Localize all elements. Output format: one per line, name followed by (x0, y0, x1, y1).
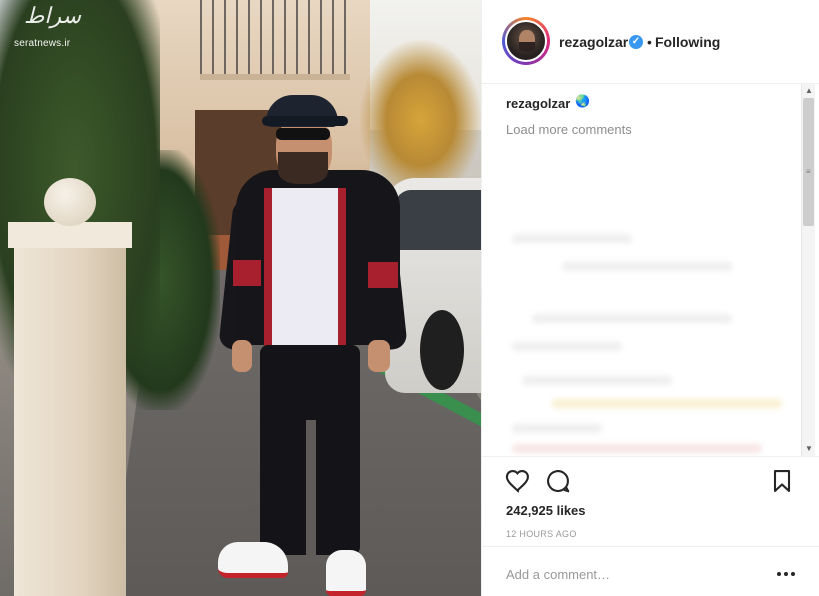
blurred-comment-line (522, 376, 672, 385)
person-jacket-trim-left (264, 188, 272, 348)
person-left-sneaker (218, 542, 288, 578)
scrollbar-grip-icon: ≡ (806, 167, 811, 176)
person-jacket-trim-right (338, 188, 346, 348)
person-leg-gap (306, 420, 316, 555)
post-actions: 242,925 likes 12 HOURS AGO (482, 456, 819, 546)
avatar[interactable] (505, 20, 547, 62)
scrollbar-thumb[interactable]: ≡ (803, 98, 814, 226)
comment-bubble-icon[interactable] (544, 467, 572, 495)
person-left-hand (232, 340, 252, 372)
post-sidebar: rezagolzar ✓ • Following rezagolzar 🌏 Lo… (481, 0, 819, 596)
likes-count[interactable]: 242,925 likes (506, 503, 586, 518)
blurred-comment-line (512, 444, 762, 453)
verified-badge-icon: ✓ (629, 35, 643, 49)
comment-input[interactable] (506, 563, 756, 585)
scroll-up-arrow-icon[interactable]: ▲ (805, 86, 813, 95)
header-separator: • (647, 34, 652, 50)
photo-stone-pillar (14, 222, 126, 596)
caption-globe-emoji: 🌏 (575, 94, 590, 108)
bookmark-icon[interactable] (768, 467, 796, 495)
avatar-beard (519, 42, 535, 52)
person-sunglasses (276, 128, 330, 140)
post-timestamp[interactable]: 12 HOURS AGO (506, 529, 577, 539)
blurred-comment-line (532, 314, 732, 323)
watermark-text: seratnews.ir (14, 38, 71, 49)
person-beard (278, 152, 328, 184)
photo-pillar-ball (44, 178, 96, 226)
photo-person (218, 90, 418, 596)
more-dot (791, 572, 795, 576)
following-button[interactable]: Following (655, 34, 720, 50)
blurred-comment-line (512, 234, 632, 243)
more-dot (784, 572, 788, 576)
person-cap-bill (262, 116, 348, 126)
watermark-logo: سراط (24, 4, 82, 29)
comments-section[interactable]: rezagolzar 🌏 Load more comments (482, 84, 819, 456)
blurred-comments (502, 154, 792, 454)
blurred-comment-line (512, 342, 622, 351)
heart-icon[interactable] (504, 467, 532, 495)
post-photo[interactable]: سراط seratnews.ir (0, 0, 481, 596)
more-options-icon[interactable] (776, 569, 798, 579)
person-right-hand (368, 340, 390, 372)
photo-car-wheel (420, 310, 464, 390)
scroll-down-arrow-icon[interactable]: ▼ (805, 444, 813, 453)
blurred-comment-line (562, 262, 732, 271)
blurred-comment-line (512, 424, 602, 433)
person-shirt (270, 188, 340, 353)
post-header: rezagolzar ✓ • Following (482, 0, 819, 84)
person-right-sneaker (326, 550, 366, 596)
photo-balcony (200, 0, 350, 80)
comments-scrollbar[interactable]: ▲ ≡ ▼ (801, 84, 815, 456)
add-comment-bar (482, 546, 819, 596)
author-username[interactable]: rezagolzar (559, 34, 628, 50)
person-sleeve-band-right (368, 262, 398, 288)
caption-username[interactable]: rezagolzar (506, 96, 570, 111)
person-sleeve-band-left (233, 260, 261, 286)
site-watermark: سراط seratnews.ir (4, 4, 94, 52)
blurred-comment-line (552, 399, 782, 408)
more-dot (777, 572, 781, 576)
load-more-comments-link[interactable]: Load more comments (506, 122, 632, 137)
